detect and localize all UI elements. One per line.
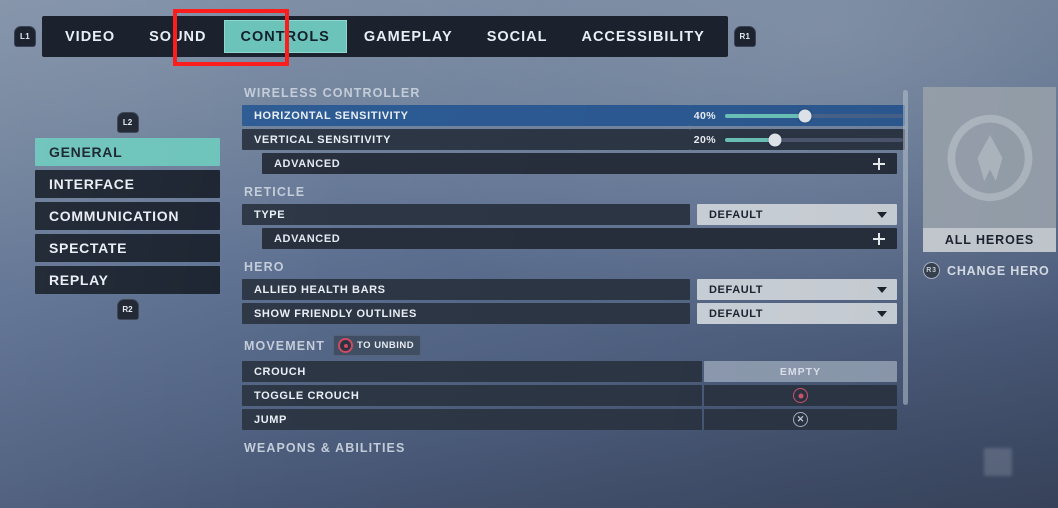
tab-controls[interactable]: CONTROLS <box>223 20 347 53</box>
change-hero-button[interactable]: R3 CHANGE HERO <box>923 262 1056 279</box>
row-label: VERTICAL SENSITIVITY <box>242 129 690 150</box>
dropdown-value: DEFAULT <box>709 307 764 320</box>
hero-name-label: ALL HEROES <box>923 228 1056 252</box>
row-label: ALLIED HEALTH BARS <box>242 279 690 300</box>
setting-row-allied-health-bars[interactable]: ALLIED HEALTH BARS DEFAULT <box>242 279 897 300</box>
settings-tab-bar: L1 VIDEO SOUND CONTROLS GAMEPLAY SOCIAL … <box>14 16 756 57</box>
hero-portrait <box>923 87 1056 228</box>
plus-icon[interactable] <box>873 157 885 170</box>
plus-icon[interactable] <box>873 232 885 245</box>
slider-fill <box>725 113 806 118</box>
setting-row-reticle-type[interactable]: TYPE DEFAULT <box>242 204 897 225</box>
overwatch-settings-screen: L1 VIDEO SOUND CONTROLS GAMEPLAY SOCIAL … <box>0 0 1058 508</box>
setting-row-toggle-crouch[interactable]: TOGGLE CROUCH <box>242 385 897 406</box>
section-title: WEAPONS & ABILITIES <box>244 441 406 455</box>
tab-social[interactable]: SOCIAL <box>470 20 565 53</box>
hero-selector-panel: ALL HEROES R3 CHANGE HERO <box>923 87 1056 279</box>
allied-health-bars-dropdown[interactable]: DEFAULT <box>697 279 897 300</box>
background-artifact <box>984 448 1012 476</box>
advanced-expander-wireless-controller[interactable]: ADVANCED <box>262 153 897 174</box>
overwatch-logo-icon <box>947 114 1032 201</box>
settings-scrollbar[interactable] <box>903 90 908 405</box>
tab-video[interactable]: VIDEO <box>48 20 132 53</box>
sidebar-item-interface[interactable]: INTERFACE <box>35 170 220 198</box>
sidebar-item-replay[interactable]: REPLAY <box>35 266 220 294</box>
keybind-value-crouch[interactable]: EMPTY <box>704 361 897 382</box>
keybind-value-toggle-crouch[interactable] <box>704 385 897 406</box>
slider-track[interactable] <box>725 109 903 122</box>
sidebar-item-communication[interactable]: COMMUNICATION <box>35 202 220 230</box>
advanced-expander-reticle[interactable]: ADVANCED <box>262 228 897 249</box>
unbind-hint-badge: TO UNBIND <box>333 335 422 356</box>
slider-value: 20% <box>693 133 716 146</box>
right-trigger-icon: R2 <box>116 299 139 320</box>
section-header-weapons-abilities: WEAPONS & ABILITIES <box>244 441 897 455</box>
advanced-label: ADVANCED <box>274 232 341 245</box>
row-label: CROUCH <box>242 361 702 382</box>
change-hero-label: CHANGE HERO <box>947 263 1050 278</box>
setting-row-crouch[interactable]: CROUCH EMPTY <box>242 361 897 382</box>
chevron-down-icon[interactable] <box>877 211 887 218</box>
section-title: RETICLE <box>244 185 306 199</box>
row-label: HORIZONTAL SENSITIVITY <box>242 105 690 126</box>
section-title: MOVEMENT <box>244 338 326 353</box>
slider-track[interactable] <box>725 133 903 146</box>
advanced-label: ADVANCED <box>274 157 341 170</box>
slider-knob[interactable] <box>768 133 782 146</box>
tab-gameplay[interactable]: GAMEPLAY <box>347 20 470 53</box>
sidebar-item-spectate[interactable]: SPECTATE <box>35 234 220 262</box>
keybind-value-jump[interactable]: ✕ <box>704 409 897 430</box>
sidebar-item-general[interactable]: GENERAL <box>35 138 220 166</box>
left-trigger-icon: L2 <box>116 112 139 133</box>
setting-row-jump[interactable]: JUMP ✕ <box>242 409 897 430</box>
slider-value: 40% <box>693 109 716 122</box>
settings-sidebar: L2 GENERAL INTERFACE COMMUNICATION SPECT… <box>35 112 220 320</box>
ps-cross-icon: ✕ <box>793 412 808 427</box>
r3-stick-icon: R3 <box>923 262 940 279</box>
section-header-hero: HERO <box>244 260 897 274</box>
dropdown-value: DEFAULT <box>709 283 764 296</box>
section-header-reticle: RETICLE <box>244 185 897 199</box>
slider-knob[interactable] <box>798 109 812 122</box>
row-label: JUMP <box>242 409 702 430</box>
chevron-down-icon[interactable] <box>877 286 887 293</box>
slider-control[interactable]: 40% <box>690 105 905 126</box>
setting-row-show-friendly-outlines[interactable]: SHOW FRIENDLY OUTLINES DEFAULT <box>242 303 897 324</box>
tab-sound[interactable]: SOUND <box>132 20 223 53</box>
section-header-movement: MOVEMENT TO UNBIND <box>244 335 897 356</box>
slider-control[interactable]: 20% <box>690 129 905 150</box>
row-label: TYPE <box>242 204 690 225</box>
settings-panel: WIRELESS CONTROLLER HORIZONTAL SENSITIVI… <box>242 84 905 508</box>
row-label: SHOW FRIENDLY OUTLINES <box>242 303 690 324</box>
left-bumper-icon: L1 <box>14 26 36 47</box>
section-title: HERO <box>244 260 285 274</box>
section-title: WIRELESS CONTROLLER <box>244 86 421 100</box>
row-label: TOGGLE CROUCH <box>242 385 702 406</box>
tab-accessibility[interactable]: ACCESSIBILITY <box>564 20 721 53</box>
setting-row-vertical-sensitivity[interactable]: VERTICAL SENSITIVITY 20% <box>242 129 905 150</box>
right-bumper-icon: R1 <box>733 26 756 47</box>
dropdown-value: DEFAULT <box>709 208 764 221</box>
section-header-wireless-controller: WIRELESS CONTROLLER <box>244 86 897 100</box>
show-friendly-outlines-dropdown[interactable]: DEFAULT <box>697 303 897 324</box>
setting-row-horizontal-sensitivity[interactable]: HORIZONTAL SENSITIVITY 40% <box>242 105 905 126</box>
tab-list: VIDEO SOUND CONTROLS GAMEPLAY SOCIAL ACC… <box>42 16 728 57</box>
chevron-down-icon[interactable] <box>877 310 887 317</box>
reticle-type-dropdown[interactable]: DEFAULT <box>697 204 897 225</box>
ps-circle-icon <box>793 388 808 403</box>
ps-circle-icon <box>338 338 354 353</box>
unbind-hint-label: TO UNBIND <box>357 340 415 351</box>
